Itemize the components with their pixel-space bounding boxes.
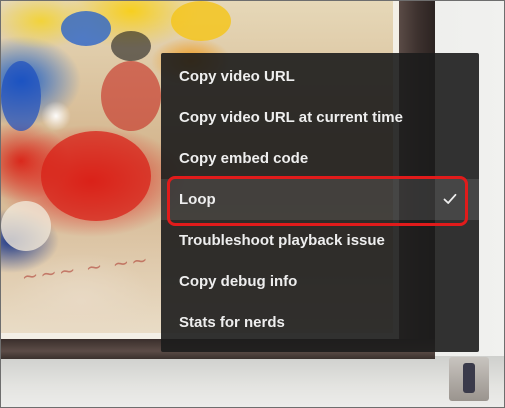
menu-item-label: Loop xyxy=(179,191,216,208)
menu-item-stats-for-nerds[interactable]: Stats for nerds xyxy=(161,302,479,343)
light-glare xyxy=(41,101,71,131)
video-player[interactable]: ~~~ ~ ~~ Copy video URL Copy video URL a… xyxy=(0,0,505,408)
context-menu: Copy video URL Copy video URL at current… xyxy=(161,53,479,352)
menu-item-label: Troubleshoot playback issue xyxy=(179,232,385,249)
menu-item-copy-video-url-at-time[interactable]: Copy video URL at current time xyxy=(161,97,479,138)
video-frame-floor xyxy=(1,356,504,407)
menu-item-copy-video-url[interactable]: Copy video URL xyxy=(161,56,479,97)
menu-item-troubleshoot-playback[interactable]: Troubleshoot playback issue xyxy=(161,220,479,261)
menu-item-copy-debug-info[interactable]: Copy debug info xyxy=(161,261,479,302)
menu-item-label: Copy embed code xyxy=(179,150,309,167)
painting-scribble: ~~~ ~ ~~ xyxy=(19,247,152,289)
menu-item-label: Copy debug info xyxy=(179,273,298,290)
checkmark-icon xyxy=(443,193,457,204)
menu-item-label: Stats for nerds xyxy=(179,314,285,331)
menu-item-label: Copy video URL xyxy=(179,68,295,85)
menu-item-loop[interactable]: Loop xyxy=(161,179,479,220)
menu-item-copy-embed-code[interactable]: Copy embed code xyxy=(161,138,479,179)
menu-item-label: Copy video URL at current time xyxy=(179,109,403,126)
figurine xyxy=(449,357,489,401)
